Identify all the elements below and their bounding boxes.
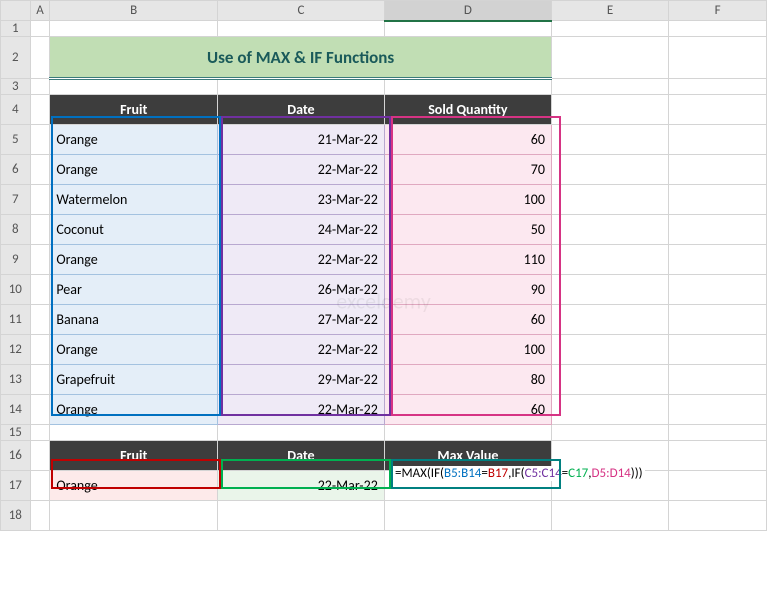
spreadsheet-grid[interactable]: A B C D E F 1 2 Use of MAX & IF Function… <box>0 0 767 531</box>
cell-C13[interactable]: 29-Mar-22 <box>218 365 385 395</box>
col-header-B[interactable]: B <box>50 1 218 21</box>
select-all-corner[interactable] <box>1 1 31 21</box>
cell-D12[interactable]: 100 <box>384 335 551 365</box>
row-header-9[interactable]: 9 <box>1 245 31 275</box>
cell-D11[interactable]: 60 <box>384 305 551 335</box>
cell-B17[interactable]: Orange <box>50 471 218 501</box>
cell-C5[interactable]: 21-Mar-22 <box>218 125 385 155</box>
cell-B10[interactable]: Pear <box>50 275 218 305</box>
row-header-17[interactable]: 17 <box>1 471 31 501</box>
cell-B14[interactable]: Orange <box>50 395 218 425</box>
row-header-10[interactable]: 10 <box>1 275 31 305</box>
cell-D10[interactable]: 90 <box>384 275 551 305</box>
header-fruit[interactable]: Fruit <box>50 95 218 125</box>
row-header-15[interactable]: 15 <box>1 425 31 441</box>
formula-display: =MAX(IF(B5:B14=B17,IF(C5:C14=C17,D5:D14)… <box>393 466 645 481</box>
cell-B5[interactable]: Orange <box>50 125 218 155</box>
cell-D9[interactable]: 110 <box>384 245 551 275</box>
row-header-16[interactable]: 16 <box>1 441 31 471</box>
cell-B8[interactable]: Coconut <box>50 215 218 245</box>
cell-D14[interactable]: 60 <box>384 395 551 425</box>
title-cell[interactable]: Use of MAX & IF Functions <box>50 37 552 79</box>
cell-D6[interactable]: 70 <box>384 155 551 185</box>
row-header-7[interactable]: 7 <box>1 185 31 215</box>
cell-C9[interactable]: 22-Mar-22 <box>218 245 385 275</box>
cell-C6[interactable]: 22-Mar-22 <box>218 155 385 185</box>
cell-C10[interactable]: 26-Mar-22 <box>218 275 385 305</box>
cell-C7[interactable]: 23-Mar-22 <box>218 185 385 215</box>
row-header-5[interactable]: 5 <box>1 125 31 155</box>
col-header-F[interactable]: F <box>669 1 767 21</box>
row-header-12[interactable]: 12 <box>1 335 31 365</box>
cell-D8[interactable]: 50 <box>384 215 551 245</box>
cell-B6[interactable]: Orange <box>50 155 218 185</box>
cell-C14[interactable]: 22-Mar-22 <box>218 395 385 425</box>
row-header-18[interactable]: 18 <box>1 501 31 531</box>
row-header-3[interactable]: 3 <box>1 79 31 95</box>
row-header-6[interactable]: 6 <box>1 155 31 185</box>
row-header-11[interactable]: 11 <box>1 305 31 335</box>
cell-D5[interactable]: 60 <box>384 125 551 155</box>
row-header-8[interactable]: 8 <box>1 215 31 245</box>
col-header-E[interactable]: E <box>551 1 668 21</box>
row-header-14[interactable]: 14 <box>1 395 31 425</box>
cell-B11[interactable]: Banana <box>50 305 218 335</box>
header-date[interactable]: Date <box>218 95 385 125</box>
cell-B9[interactable]: Orange <box>50 245 218 275</box>
row-header-4[interactable]: 4 <box>1 95 31 125</box>
row-header-13[interactable]: 13 <box>1 365 31 395</box>
row-header-1[interactable]: 1 <box>1 21 31 37</box>
col-header-D[interactable]: D <box>384 1 551 21</box>
col-header-A[interactable]: A <box>30 1 50 21</box>
col-header-C[interactable]: C <box>218 1 385 21</box>
row-header-2[interactable]: 2 <box>1 37 31 79</box>
cell-C12[interactable]: 22-Mar-22 <box>218 335 385 365</box>
cell-D7[interactable]: 100 <box>384 185 551 215</box>
cell-C17[interactable]: 22-Mar-22 <box>218 471 385 501</box>
cell-B12[interactable]: Orange <box>50 335 218 365</box>
cell-D13[interactable]: 80 <box>384 365 551 395</box>
lookup-header-date[interactable]: Date <box>218 441 385 471</box>
cell-C8[interactable]: 24-Mar-22 <box>218 215 385 245</box>
cell-B13[interactable]: Grapefruit <box>50 365 218 395</box>
cell-B7[interactable]: Watermelon <box>50 185 218 215</box>
lookup-header-fruit[interactable]: Fruit <box>50 441 218 471</box>
header-qty[interactable]: Sold Quantity <box>384 95 551 125</box>
cell-C11[interactable]: 27-Mar-22 <box>218 305 385 335</box>
